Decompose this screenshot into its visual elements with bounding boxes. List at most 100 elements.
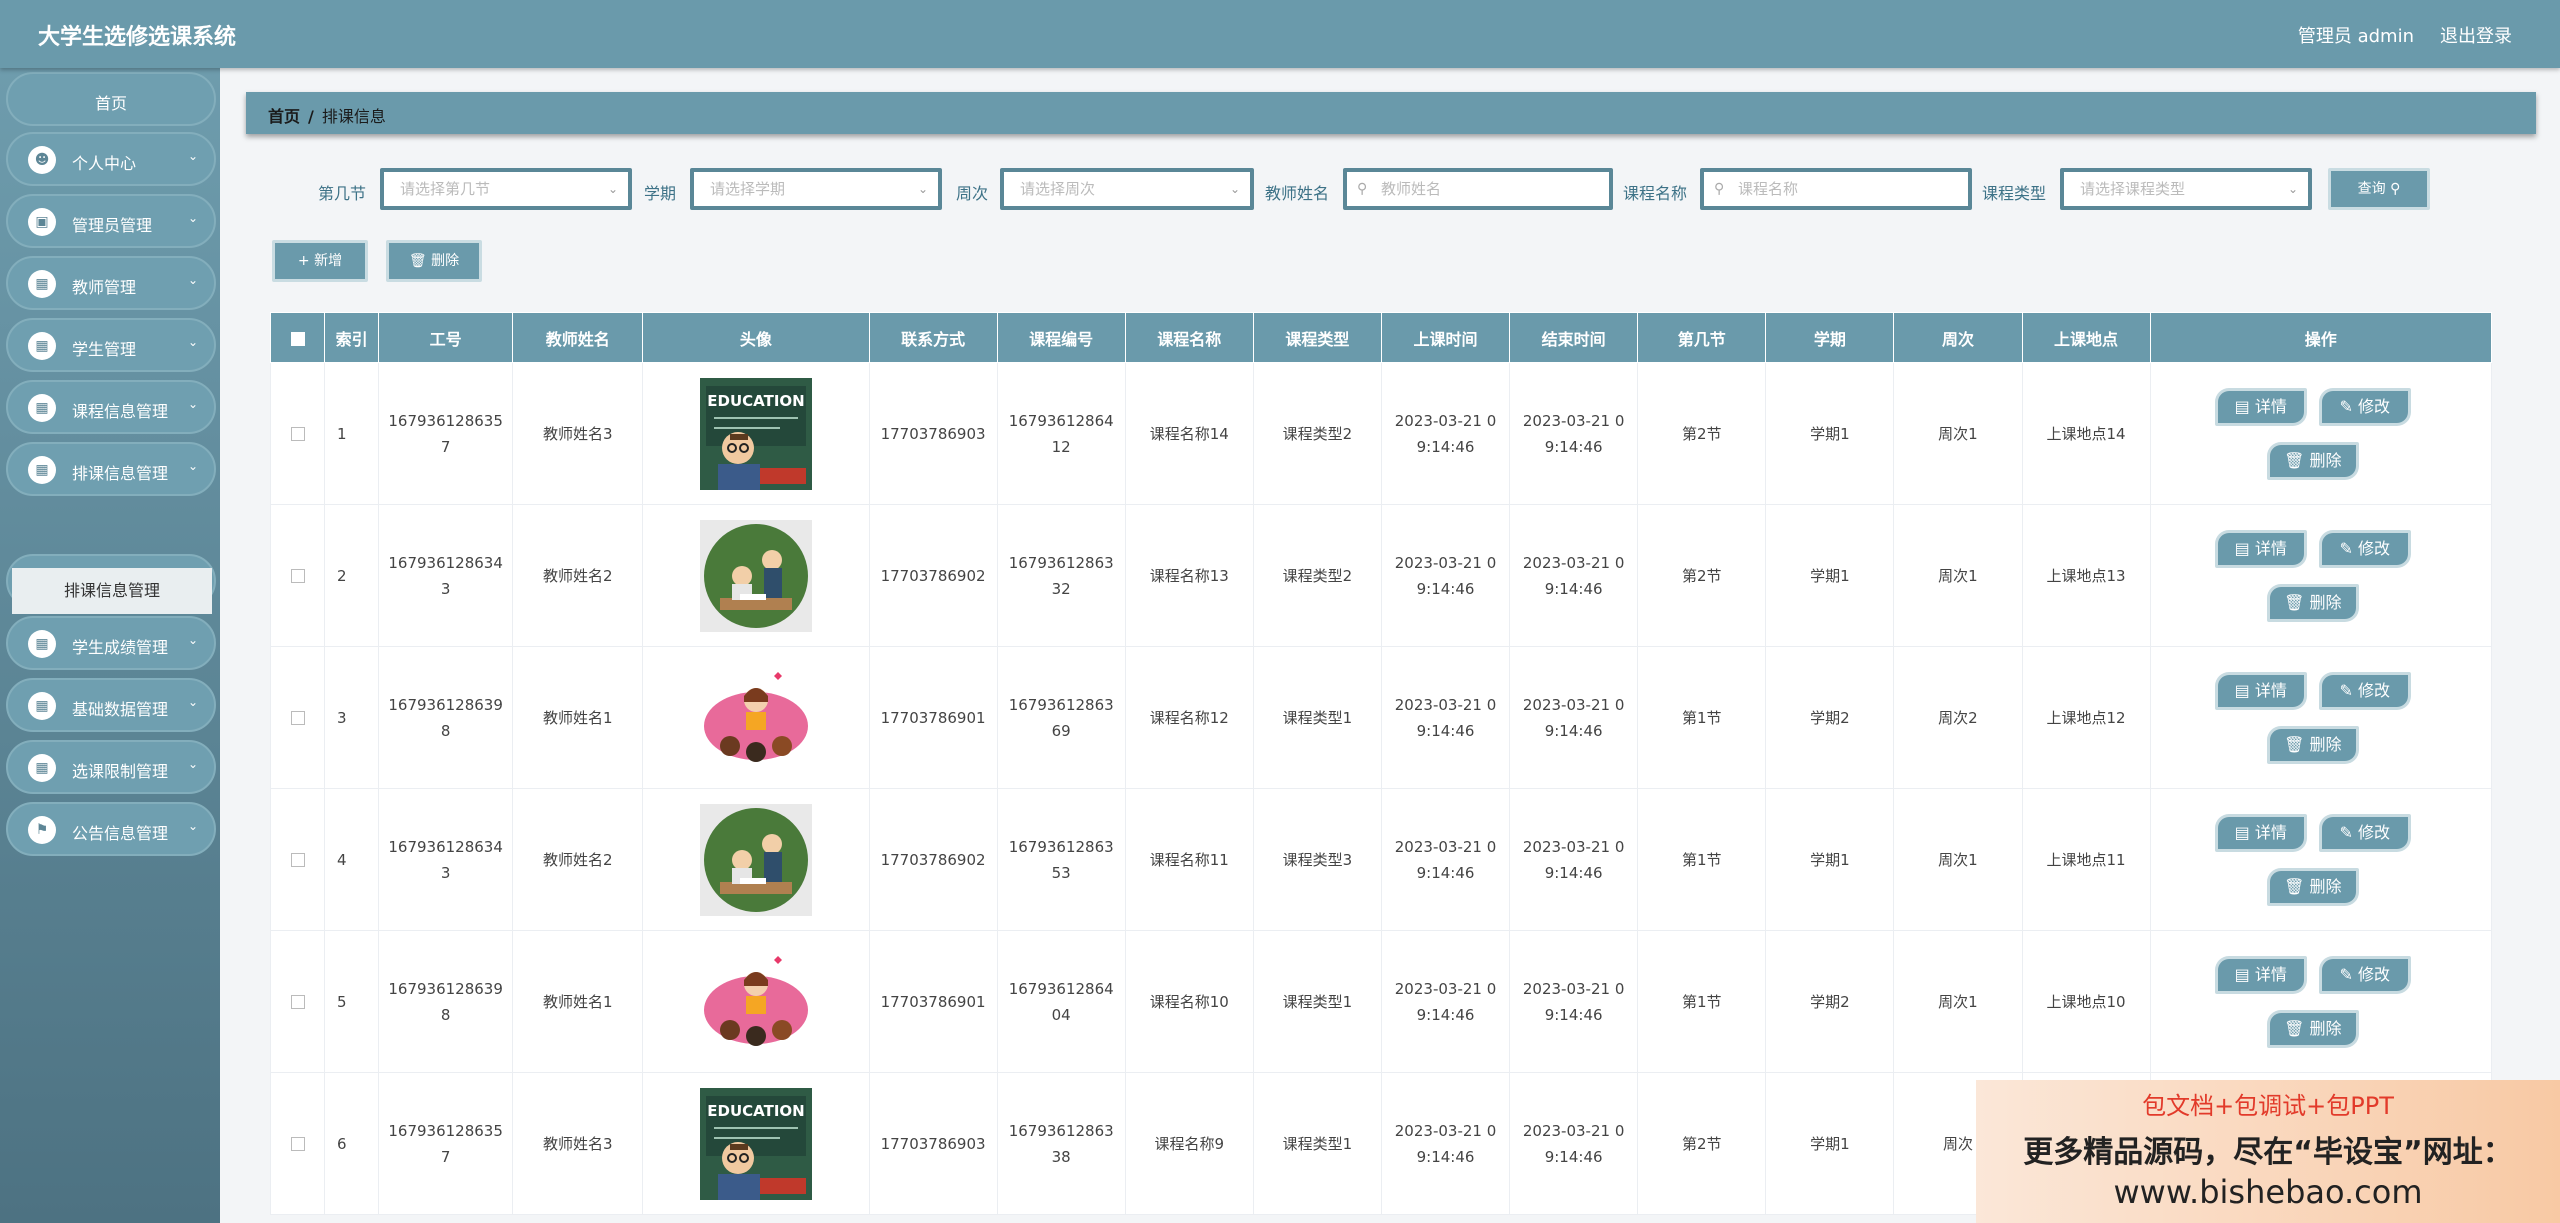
breadcrumb-home[interactable]: 首页 [268,107,300,126]
table-cell: 4 [324,788,380,931]
row-checkbox[interactable] [269,362,326,505]
table-cell: 学期2 [1765,930,1895,1073]
table-cell: 17703786901 [868,646,998,789]
sidebar-item-9[interactable]: ▦ 选课限制管理 ⌄ [6,740,216,794]
detail-button[interactable]: ▤ 详情 [2214,955,2307,994]
sidebar-item-10[interactable]: ⚑ 公告信息管理 ⌄ [6,802,216,856]
edit-button[interactable]: ✎ 修改 [2318,529,2411,568]
chevron-down-icon: ⌄ [187,819,198,833]
delete-button[interactable]: 🗑 删除 [2266,583,2359,622]
column-header: 联系方式 [868,312,998,363]
sidebar-item-0[interactable]: ☻ 个人中心 ⌄ [6,132,216,186]
sidebar-item-5[interactable]: ▦ 排课信息管理 ⌄ [6,442,216,496]
table-cell: 17703786902 [868,788,998,931]
edit-button[interactable]: ✎ 修改 [2318,813,2411,852]
course-name-label: 课程名称 [1623,184,1688,203]
edit-button[interactable]: ✎ 修改 [2318,955,2411,994]
detail-button[interactable]: ▤ 详情 [2214,671,2307,710]
chevron-down-icon: ⌄ [917,182,928,196]
row-checkbox[interactable] [269,504,326,647]
sidebar-item-label: 个人中心 [72,154,137,173]
table-cell: 1679361286357 [378,1072,514,1215]
edit-button[interactable]: ✎ 修改 [2318,671,2411,710]
sidebar-item-2[interactable]: ▦ 教师管理 ⌄ [6,256,216,310]
table-cell: 2023-03-21 09:14:46 [1380,930,1511,1073]
table-cell: 上课地点12 [2021,646,2151,789]
chevron-down-icon: ⌄ [187,397,198,411]
actions-cell: ▤ 详情 ✎ 修改 🗑 删除 [2149,930,2493,1073]
column-header: 操作 [2149,312,2493,363]
sidebar-item-1[interactable]: ▣ 管理员管理 ⌄ [6,194,216,248]
detail-button[interactable]: ▤ 详情 [2214,387,2307,426]
delete-button[interactable]: 🗑 删除 [2266,867,2359,906]
table-cell: 周次1 [1893,788,2023,931]
row-checkbox[interactable] [269,930,326,1073]
course-name-input[interactable]: ⚲ 课程名称 [1700,168,1972,210]
row-checkbox[interactable] [269,788,326,931]
column-header: 结束时间 [1509,312,1639,363]
column-header: 学期 [1765,312,1895,363]
table-cell: 1679361286357 [378,362,514,505]
table-cell: 上课地点10 [2021,930,2151,1073]
row-checkbox[interactable] [269,1072,326,1215]
sidebar-item-8[interactable]: ▦ 基础数据管理 ⌄ [6,678,216,732]
table-cell: 上课地点14 [2021,362,2151,505]
edit-icon: ✎ [2339,680,2353,700]
sidebar-item-home[interactable]: 首页 [6,72,216,126]
table-cell: 课程类型1 [1252,930,1382,1073]
table-cell: 2023-03-21 09:14:46 [1509,930,1639,1073]
detail-button[interactable]: ▤ 详情 [2214,529,2307,568]
week-label: 周次 [956,184,989,203]
course-type-select[interactable]: 请选择课程类型 ⌄ [2060,168,2312,210]
table-cell: 1679361286412 [996,362,1126,505]
table-cell: 教师姓名3 [512,362,644,505]
actions-cell: ▤ 详情 ✎ 修改 🗑 删除 [2149,788,2493,931]
table-cell: 教师姓名1 [512,646,644,789]
table-cell: 2023-03-21 09:14:46 [1380,646,1511,789]
sidebar-item-4[interactable]: ▦ 课程信息管理 ⌄ [6,380,216,434]
delete-button[interactable]: 🗑 删除 [2266,441,2359,480]
add-button[interactable]: + 新增 [272,240,368,282]
table-cell: 17703786901 [868,930,998,1073]
table-cell: 课程类型2 [1252,504,1382,647]
edit-icon: ✎ [2339,396,2353,416]
sidebar-item-3[interactable]: ▦ 学生管理 ⌄ [6,318,216,372]
admin-user-label[interactable]: 管理员 admin [2298,22,2414,48]
table-row: 3 1679361286398 教师姓名1 17703786901 1679361286… [269,646,2493,789]
column-header: 上课地点 [2021,312,2151,363]
column-header: 课程名称 [1124,312,1254,363]
sidebar-subitem-schedule-management[interactable]: 排课信息管理 [12,568,212,614]
delete-button[interactable]: 🗑 删除 [2266,1009,2359,1048]
term-select[interactable]: 请选择学期 ⌄ [690,168,942,210]
trash-icon: 🗑 [408,253,427,269]
table-cell: 周次1 [1893,930,2023,1073]
logout-link[interactable]: 退出登录 [2440,22,2512,48]
row-checkbox[interactable] [269,646,326,789]
sidebar-item-7[interactable]: ▦ 学生成绩管理 ⌄ [6,616,216,670]
column-header: 周次 [1893,312,2023,363]
table-cell: 1679361286398 [378,930,514,1073]
week-select[interactable]: 请选择周次 ⌄ [1000,168,1254,210]
plus-icon: + [297,253,310,269]
teacher-name-input[interactable]: ⚲ 教师姓名 [1343,168,1613,210]
svg-text:EDUCATION: EDUCATION [707,392,804,410]
table-cell: 课程名称10 [1124,930,1254,1073]
document-icon: ▤ [2234,396,2250,416]
select-all-checkbox[interactable] [269,312,326,363]
bulk-delete-button[interactable]: 🗑 删除 [386,240,482,282]
document-icon: ▤ [2234,680,2250,700]
column-header: 索引 [324,312,380,363]
user-icon: ☻ [28,146,56,174]
column-header: 第几节 [1637,312,1767,363]
detail-button[interactable]: ▤ 详情 [2214,813,2307,852]
delete-button[interactable]: 🗑 删除 [2266,725,2359,764]
document-icon: ▤ [2234,822,2250,842]
period-select[interactable]: 请选择第几节 ⌄ [380,168,632,210]
search-button[interactable]: 查询 ⚲ [2328,168,2430,210]
table-cell: 1679361286332 [996,504,1126,647]
edit-button[interactable]: ✎ 修改 [2318,387,2411,426]
table-cell: 周次2 [1893,646,2023,789]
sidebar-item-label: 首页 [94,94,127,113]
chevron-down-icon: ⌄ [187,335,198,349]
column-header: 工号 [378,312,514,363]
